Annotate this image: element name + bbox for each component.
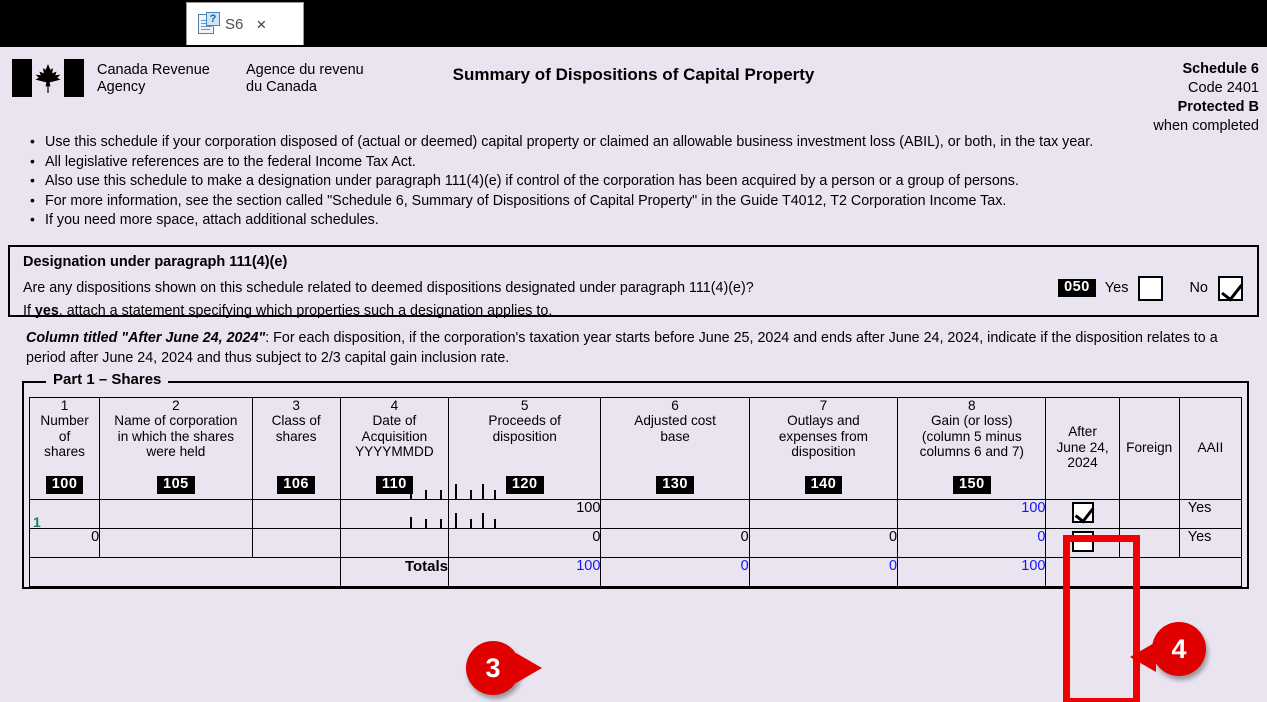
totals-outlays: 0 [748, 556, 899, 587]
list-item: For more information, see the section ca… [30, 191, 1245, 212]
document-question-icon: ? [198, 12, 220, 36]
tab-s6[interactable]: ? S6 × [186, 2, 304, 45]
column-header-aaii: AAII [1178, 396, 1243, 500]
part1-table-wrap: 1 1 Number of shares 100 2 Name of corpo… [24, 383, 1247, 587]
cell-outlays-and-expenses[interactable] [748, 498, 899, 529]
list-item: If you need more space, attach additiona… [30, 210, 1245, 231]
column-header-6: 6 Adjusted cost base 130 [600, 396, 750, 500]
cell-gain-or-loss: 0 [897, 527, 1047, 558]
no-label: No [1189, 280, 1208, 297]
column-header-7: 7 Outlays and expenses from disposition … [748, 396, 899, 500]
cell-class-of-shares[interactable] [251, 527, 341, 558]
tab-label: S6 [225, 15, 244, 33]
totals-spacer-right [1045, 556, 1242, 587]
designation-section: Designation under paragraph 111(4)(e) Ar… [8, 244, 1259, 319]
page-title: Summary of Dispositions of Capital Prope… [452, 65, 815, 84]
field-code-106: 106 [277, 475, 315, 494]
column-header-8: 8 Gain (or loss) (column 5 minus columns… [897, 396, 1047, 500]
cell-after-june-24-2024[interactable] [1045, 527, 1120, 558]
cell-after-june-24-2024[interactable] [1045, 498, 1120, 529]
intro-instructions: Use this schedule if your corporation di… [26, 132, 1245, 231]
after-june-24-checkbox[interactable] [1071, 501, 1094, 523]
cell-date-of-acquisition[interactable] [339, 512, 497, 558]
schedule-number: Schedule 6 [1182, 61, 1259, 77]
column-header-5: 5 Proceeds of disposition 120 [448, 396, 602, 500]
cell-outlays-and-expenses[interactable]: 0 [748, 527, 899, 558]
part1-shares-section: Part 1 – Shares 1 1 Number of shares 100… [22, 370, 1249, 589]
totals-spacer [29, 556, 341, 587]
totals-adjusted-cost-base: 0 [600, 556, 750, 587]
callout-badge-4: 4 [1130, 622, 1206, 676]
close-icon[interactable]: × [256, 16, 266, 33]
table-row: 100 100 Yes [28, 483, 1243, 529]
field-code-130: 130 [656, 475, 694, 494]
callout-badge-3: 3 [466, 641, 542, 695]
designation-note-bold: yes [34, 302, 59, 319]
cell-number-of-shares[interactable]: 0 [28, 527, 101, 558]
field-code-050: 050 [1058, 279, 1096, 298]
column-header-3: 3 Class of shares 106 [251, 396, 341, 500]
cell-foreign[interactable] [1118, 498, 1180, 529]
cell-adjusted-cost-base[interactable]: 0 [600, 527, 750, 558]
intro-bullet-list: Use this schedule if your corporation di… [26, 132, 1245, 231]
totals-label: Totals [339, 556, 450, 587]
totals-row: Totals 100 0 0 100 [29, 556, 1242, 587]
table-header-row: 1 Number of shares 100 2 Name of corpora… [28, 396, 1243, 500]
cell-gain-or-loss: 100 [897, 498, 1047, 529]
field-code-100: 100 [45, 475, 84, 494]
field-code-120: 120 [505, 475, 544, 494]
field-code-150: 150 [952, 475, 991, 494]
designation-question-text: Are any dispositions shown on this sched… [23, 280, 754, 297]
cell-class-of-shares[interactable] [251, 498, 341, 529]
header-right-block: Schedule 6 Code 2401 Protected B when co… [1153, 60, 1259, 136]
shares-table: 1 Number of shares 100 2 Name of corpora… [28, 396, 1243, 587]
column-header-1: 1 Number of shares 100 [28, 396, 101, 500]
after-june-24-checkbox[interactable] [1071, 530, 1094, 552]
yes-label: Yes [1104, 280, 1129, 297]
cell-name-of-corporation[interactable] [99, 527, 253, 558]
cell-date-of-acquisition[interactable] [339, 483, 497, 529]
designation-note-prefix: If [23, 302, 35, 319]
form-page: Canada Revenue Agency Agence du revenu d… [0, 45, 1267, 702]
column-header-foreign: Foreign [1118, 396, 1180, 500]
cell-proceeds-of-disposition[interactable]: 0 [448, 527, 602, 558]
column-header-4: 4 Date of Acquisition YYYYMMDD 110 [339, 396, 450, 500]
totals-proceeds: 100 [448, 556, 602, 587]
cell-aaii[interactable]: Yes [1178, 498, 1243, 529]
tab-bar: ? S6 × [0, 0, 1267, 45]
column-note-lead: Column titled "After June 24, 2024" [26, 329, 266, 346]
cell-adjusted-cost-base[interactable] [600, 498, 750, 529]
column-header-2: 2 Name of corporation in which the share… [99, 396, 253, 500]
designation-question-row: Are any dispositions shown on this sched… [23, 275, 1247, 301]
designation-title: Designation under paragraph 111(4)(e) [23, 253, 288, 270]
column-note: Column titled "After June 24, 2024": For… [26, 328, 1245, 368]
designation-note-suffix: , attach a statement specifying which pr… [58, 302, 553, 319]
totals-gain: 100 [897, 556, 1047, 587]
designation-yes-checkbox[interactable] [1138, 275, 1164, 301]
field-code-105: 105 [157, 475, 195, 494]
list-item: All legislative references are to the fe… [30, 152, 1245, 173]
protected-label: Protected B [1177, 99, 1259, 115]
table-row: 0 0 0 0 0 Yes [28, 512, 1243, 558]
field-code-140: 140 [804, 475, 843, 494]
list-item: Use this schedule if your corporation di… [30, 132, 1245, 153]
field-code-110: 110 [375, 475, 413, 494]
designation-note: If yes, attach a statement specifying wh… [23, 303, 1247, 319]
cell-foreign[interactable] [1118, 527, 1180, 558]
form-header: Canada Revenue Agency Agence du revenu d… [0, 47, 1267, 134]
designation-no-checkbox[interactable] [1218, 275, 1243, 301]
column-header-after-june-24-2024: After June 24, 2024 [1045, 396, 1120, 500]
list-item: Also use this schedule to make a designa… [30, 171, 1245, 192]
form-code: Code 2401 [1188, 80, 1259, 96]
cell-name-of-corporation[interactable] [99, 498, 253, 529]
cell-aaii[interactable]: Yes [1178, 527, 1243, 558]
row-number-label: 1 [33, 513, 41, 530]
